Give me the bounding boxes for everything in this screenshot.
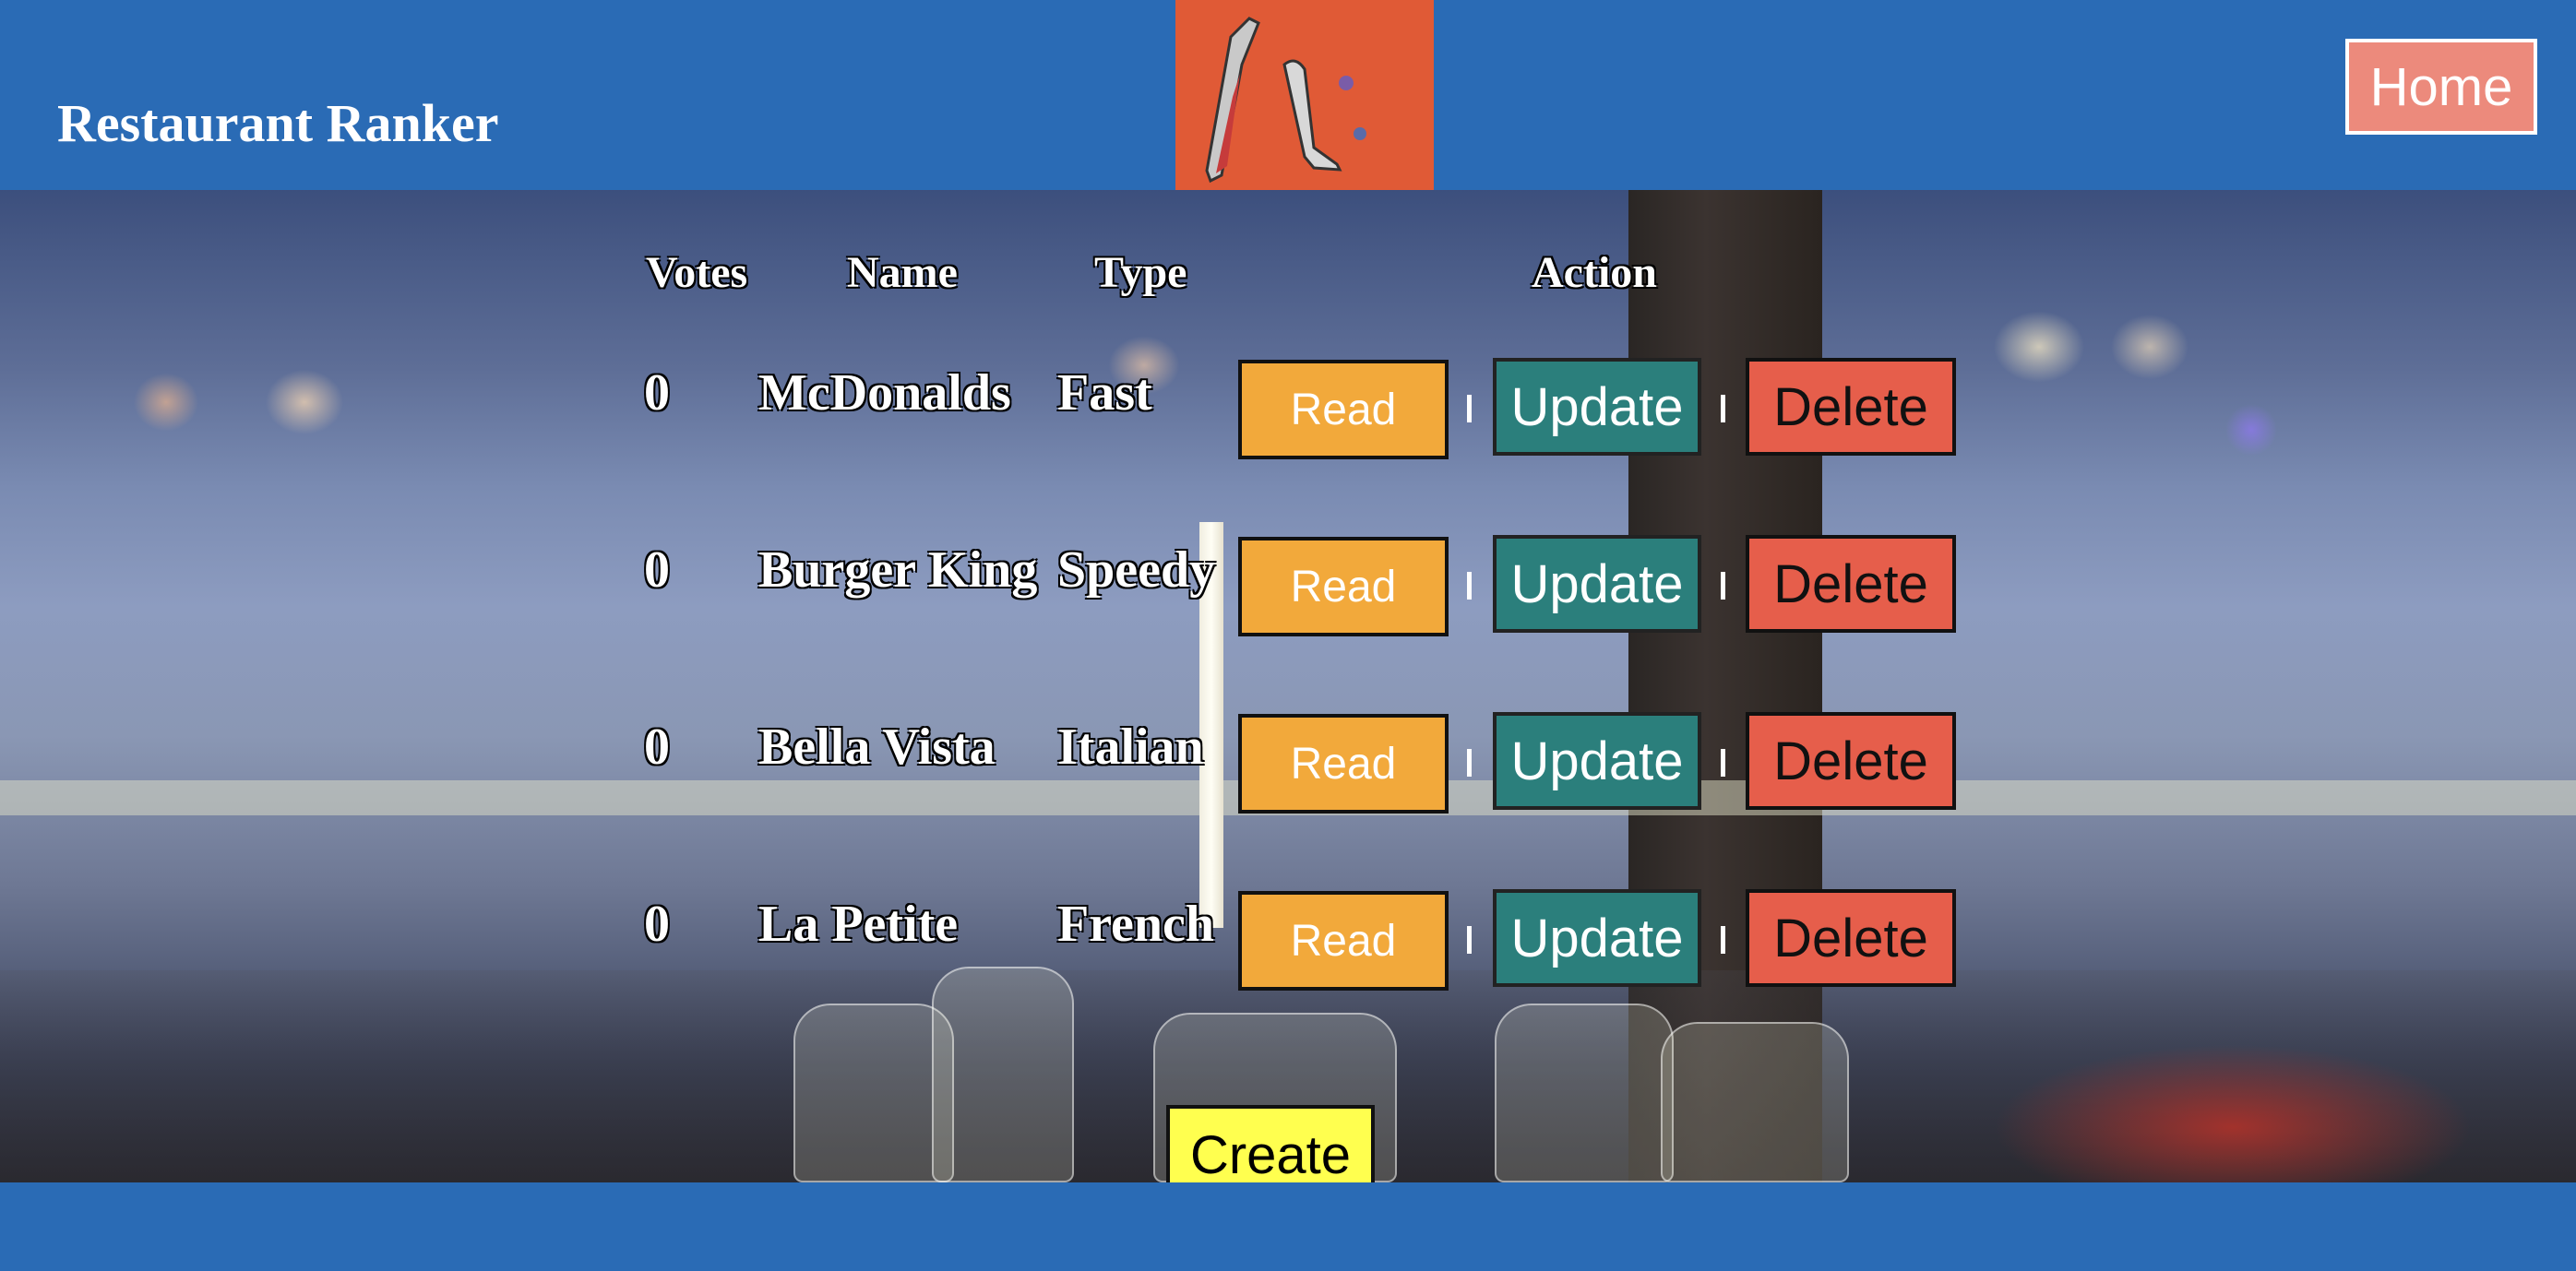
separator (1467, 749, 1472, 777)
read-button[interactable]: Read (1238, 360, 1449, 459)
name-cell: Burger King (758, 541, 1038, 599)
votes-cell: 0 (644, 364, 670, 422)
separator (1467, 395, 1472, 422)
type-cell: Italian (1057, 719, 1204, 776)
delete-button[interactable]: Delete (1746, 889, 1956, 987)
type-cell: Fast (1057, 364, 1152, 422)
home-button[interactable]: Home (2345, 39, 2537, 135)
update-button[interactable]: Update (1493, 889, 1701, 987)
read-button[interactable]: Read (1238, 714, 1449, 814)
site-footer (0, 1182, 2576, 1271)
separator (1721, 572, 1725, 600)
separator (1721, 926, 1725, 954)
site-title: Restaurant Ranker (57, 93, 499, 153)
delete-button[interactable]: Delete (1746, 535, 1956, 633)
update-button[interactable]: Update (1493, 535, 1701, 633)
update-button[interactable]: Update (1493, 358, 1701, 456)
header-votes: Votes (646, 248, 748, 297)
background-image (0, 190, 2576, 1182)
type-cell: Speedy (1057, 541, 1216, 599)
header-name: Name (847, 248, 958, 297)
votes-cell: 0 (644, 896, 670, 953)
separator (1467, 572, 1472, 600)
delete-button[interactable]: Delete (1746, 358, 1956, 456)
header-type: Type (1094, 248, 1187, 297)
delete-button[interactable]: Delete (1746, 712, 1956, 810)
bg-glass (932, 967, 1074, 1182)
read-button[interactable]: Read (1238, 537, 1449, 636)
update-button[interactable]: Update (1493, 712, 1701, 810)
type-cell: French (1057, 896, 1215, 953)
separator (1721, 395, 1725, 422)
bg-glass (1661, 1022, 1849, 1182)
votes-cell: 0 (644, 719, 670, 776)
header-action: Action (1532, 248, 1657, 297)
name-cell: McDonalds (758, 364, 1011, 422)
votes-cell: 0 (644, 541, 670, 599)
read-button[interactable]: Read (1238, 891, 1449, 991)
separator (1721, 749, 1725, 777)
knife-fork-icon (1175, 0, 1434, 190)
bg-glass (1495, 1004, 1674, 1182)
separator (1467, 926, 1472, 954)
site-header: Restaurant Ranker Home (0, 0, 2576, 190)
bg-flowers (1993, 1044, 2473, 1182)
name-cell: La Petite (758, 896, 959, 953)
name-cell: Bella Vista (758, 719, 996, 776)
bg-glass (793, 1004, 954, 1182)
